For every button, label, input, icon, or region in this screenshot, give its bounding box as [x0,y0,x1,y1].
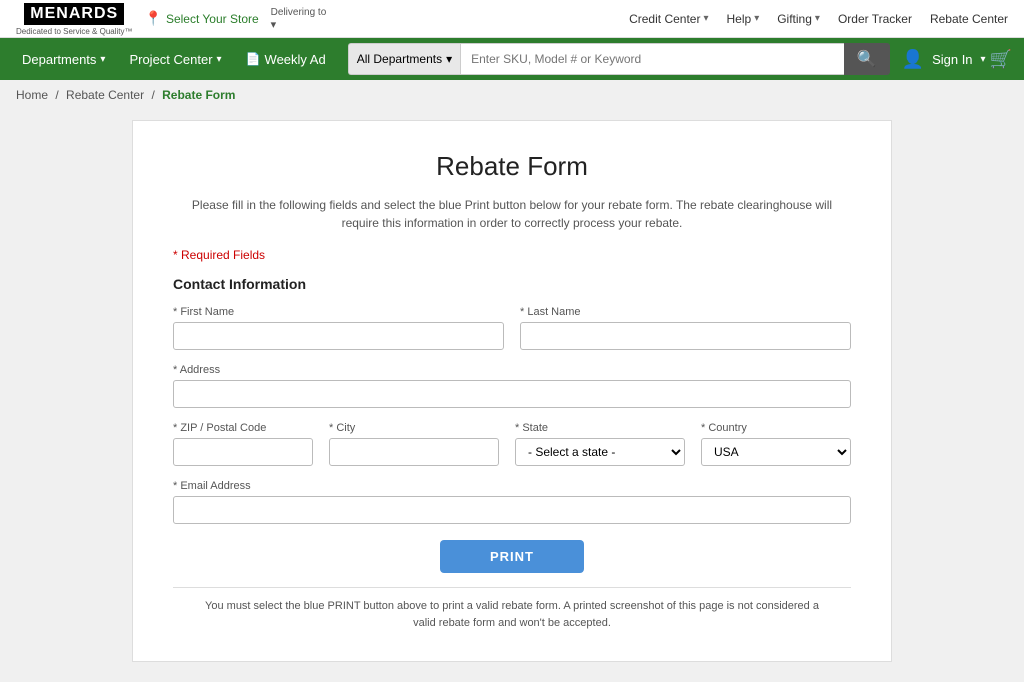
weekly-ad-nav[interactable]: 📄 Weekly Ad [236,48,336,71]
logo-tagline: Dedicated to Service & Quality™ [16,27,133,36]
state-group: * State - Select a state -AlabamaAlaskaA… [515,422,685,466]
top-bar-right: Credit Center ▾ Help ▾ Gifting ▾ Order T… [629,12,1008,26]
rebate-center-link[interactable]: Rebate Center [930,12,1008,26]
print-btn-row: PRINT [173,540,851,573]
store-selector-label: Select Your Store [166,12,259,26]
credit-center-link[interactable]: Credit Center ▾ [629,12,708,26]
all-departments-label: All Departments [357,52,442,66]
search-container: All Departments ▾ 🔍 [348,43,890,75]
city-group: * City [329,422,499,466]
location-row: * ZIP / Postal Code * City * State - Sel… [173,422,851,466]
form-description: Please fill in the following fields and … [173,196,851,232]
first-name-input[interactable] [173,322,504,350]
help-chevron: ▾ [754,13,759,24]
gifting-link[interactable]: Gifting ▾ [777,12,820,26]
last-name-label: * Last Name [520,306,851,318]
email-label: * Email Address [173,480,851,492]
nav-bar: Departments ▾ Project Center ▾ 📄 Weekly … [0,38,1024,80]
first-name-group: * First Name [173,306,504,350]
order-tracker-link[interactable]: Order Tracker [838,12,912,26]
store-selector[interactable]: 📍 Select Your Store [145,10,259,27]
print-note: You must select the blue PRINT button ab… [173,598,851,631]
top-bar-left: MENARDS Dedicated to Service & Quality™ … [16,1,326,36]
signin-area[interactable]: 👤 Sign In ▾ [902,49,986,70]
address-input[interactable] [173,380,851,408]
state-label: * State [515,422,685,434]
help-link[interactable]: Help ▾ [727,12,760,26]
delivering-chevron: ▾ [271,18,327,31]
search-button[interactable]: 🔍 [844,43,890,75]
email-row: * Email Address [173,480,851,524]
rebate-center-label: Rebate Center [930,12,1008,26]
city-input[interactable] [329,438,499,466]
credit-center-label: Credit Center [629,12,700,26]
all-departments-chevron: ▾ [446,52,452,66]
name-row: * First Name * Last Name [173,306,851,350]
required-note: * Required Fields [173,248,851,262]
zip-input[interactable] [173,438,313,466]
project-center-nav[interactable]: Project Center ▾ [119,48,231,71]
all-departments-dropdown[interactable]: All Departments ▾ [348,43,460,75]
order-tracker-label: Order Tracker [838,12,912,26]
breadcrumb-sep-1: / [55,88,58,102]
departments-chevron: ▾ [100,54,105,65]
print-button[interactable]: PRINT [440,540,584,573]
form-title: Rebate Form [173,151,851,182]
signin-label: Sign In [932,52,972,67]
gifting-chevron: ▾ [815,13,820,24]
delivering-to: Delivering to ▾ [271,7,327,31]
main-content: Rebate Form Please fill in the following… [0,110,1024,682]
weekly-ad-icon: 📄 [246,52,261,66]
weekly-ad-label: Weekly Ad [265,52,326,67]
state-select[interactable]: - Select a state -AlabamaAlaskaArizonaAr… [515,438,685,466]
project-center-chevron: ▾ [217,54,222,65]
country-label: * Country [701,422,851,434]
address-row: * Address [173,364,851,408]
search-input[interactable] [460,43,844,75]
breadcrumb: Home / Rebate Center / Rebate Form [0,80,1024,110]
credit-center-chevron: ▾ [703,13,708,24]
help-label: Help [727,12,752,26]
first-name-label: * First Name [173,306,504,318]
breadcrumb-current: Rebate Form [162,88,235,102]
email-group: * Email Address [173,480,851,524]
address-label: * Address [173,364,851,376]
address-group: * Address [173,364,851,408]
country-group: * Country USACanada [701,422,851,466]
divider [173,587,851,588]
email-input[interactable] [173,496,851,524]
cart-icon[interactable]: 🛒 [990,49,1012,70]
pin-icon: 📍 [145,10,162,27]
breadcrumb-rebate-center[interactable]: Rebate Center [66,88,144,102]
country-select[interactable]: USACanada [701,438,851,466]
last-name-group: * Last Name [520,306,851,350]
contact-info-title: Contact Information [173,276,851,292]
project-center-label: Project Center [129,52,212,67]
gifting-label: Gifting [777,12,812,26]
departments-label: Departments [22,52,96,67]
signin-chevron: ▾ [981,54,986,65]
departments-nav[interactable]: Departments ▾ [12,48,115,71]
user-icon: 👤 [902,49,924,70]
last-name-input[interactable] [520,322,851,350]
form-card: Rebate Form Please fill in the following… [132,120,892,662]
zip-group: * ZIP / Postal Code [173,422,313,466]
logo: MENARDS [22,1,126,27]
breadcrumb-home[interactable]: Home [16,88,48,102]
logo-area: MENARDS Dedicated to Service & Quality™ [16,1,133,36]
delivering-label: Delivering to [271,7,327,18]
zip-label: * ZIP / Postal Code [173,422,313,434]
breadcrumb-sep-2: / [151,88,154,102]
city-label: * City [329,422,499,434]
top-bar: MENARDS Dedicated to Service & Quality™ … [0,0,1024,38]
